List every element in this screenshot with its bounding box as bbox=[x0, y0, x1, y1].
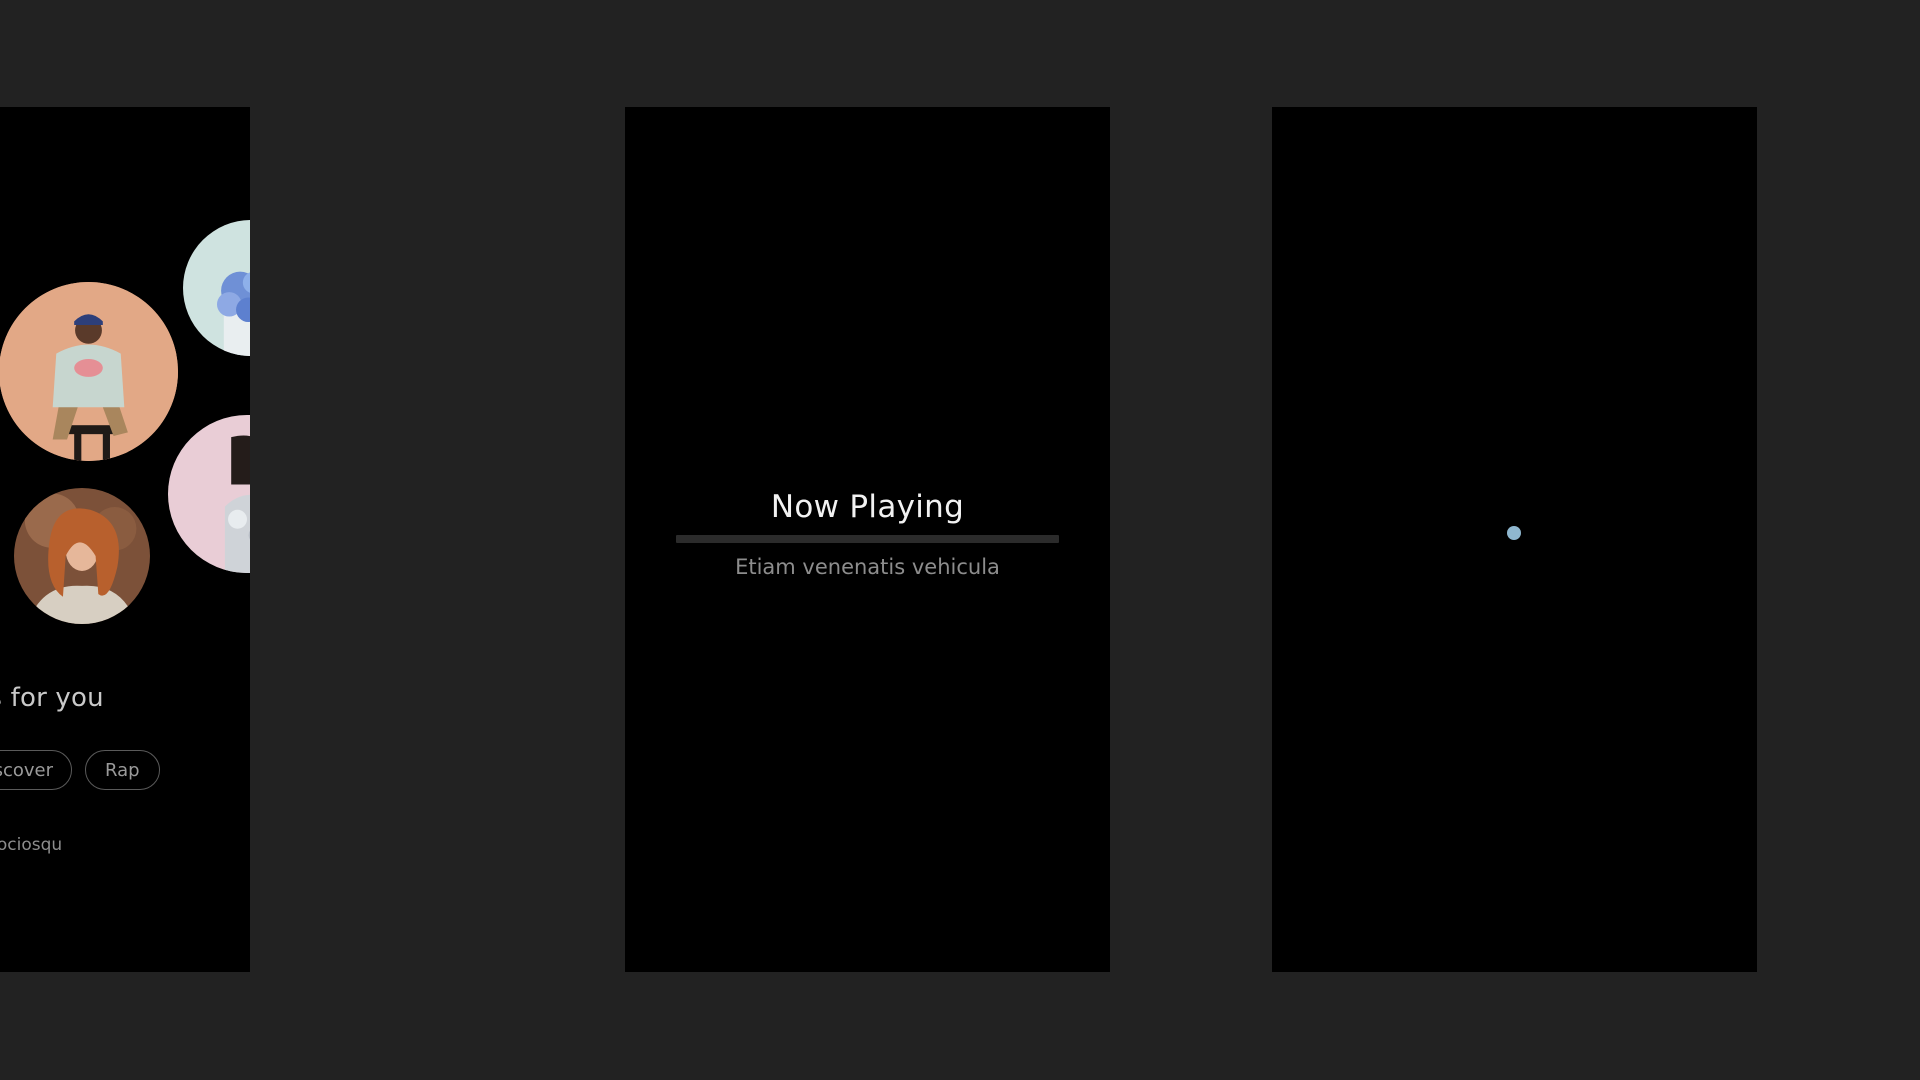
artist-portrait-image bbox=[183, 220, 250, 356]
artist-portrait-image bbox=[0, 282, 178, 461]
genre-chip-list: scover Rap bbox=[0, 750, 160, 790]
track-name: Etiam venenatis vehicula bbox=[735, 555, 1000, 579]
discover-screen: ts for you scover Rap sociosqu bbox=[0, 107, 250, 972]
playback-progress-bar[interactable] bbox=[676, 535, 1059, 543]
artist-avatar-3[interactable] bbox=[168, 415, 250, 573]
loading-screen bbox=[1272, 107, 1757, 972]
now-playing-screen: Now Playing Etiam venenatis vehicula bbox=[625, 107, 1110, 972]
section-title: ts for you bbox=[0, 683, 104, 713]
now-playing-title: Now Playing bbox=[770, 489, 965, 525]
artist-avatar-1[interactable] bbox=[0, 282, 178, 461]
artist-avatar-4[interactable] bbox=[14, 488, 150, 624]
artist-avatar-2[interactable] bbox=[183, 220, 250, 356]
artist-portrait-image bbox=[14, 488, 150, 624]
artist-portrait-image bbox=[168, 415, 250, 573]
app-stage: ts for you scover Rap sociosqu Now Playi… bbox=[0, 0, 1920, 1080]
loading-indicator-dot bbox=[1507, 526, 1521, 540]
section-subtext: sociosqu bbox=[0, 835, 63, 855]
chip-rap[interactable]: Rap bbox=[85, 750, 160, 790]
chip-discover[interactable]: scover bbox=[0, 750, 72, 790]
